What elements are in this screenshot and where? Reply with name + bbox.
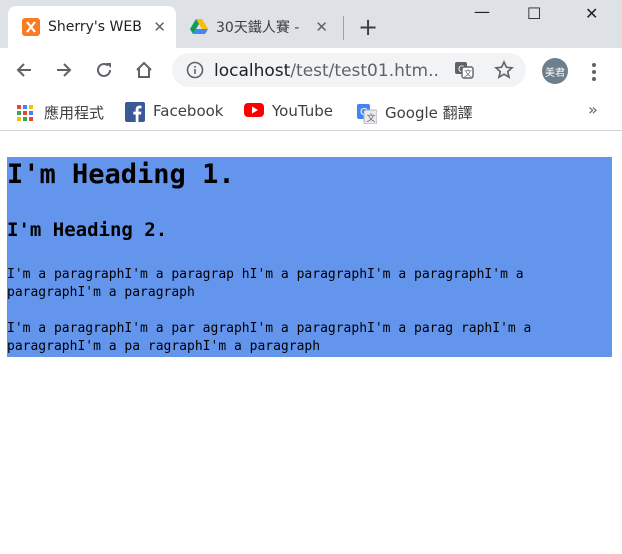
- menu-kebab-icon[interactable]: [588, 62, 600, 82]
- maximize-button[interactable]: ☐: [527, 4, 541, 23]
- tab-title: 30天鐵人賽 -: [216, 20, 300, 36]
- reload-button[interactable]: [90, 56, 118, 84]
- bookmark-facebook[interactable]: Facebook: [125, 102, 224, 122]
- youtube-icon: [244, 102, 264, 120]
- bookmark-star-icon[interactable]: [494, 60, 514, 80]
- tab-strip: Sherry's WEB ✕ 30天鐵人賽 - ✕ + — ☐ ✕: [0, 0, 622, 48]
- tab-separator: [343, 16, 344, 40]
- new-tab-button[interactable]: +: [358, 13, 378, 41]
- svg-text:文: 文: [464, 68, 472, 78]
- tab-sherrys-web[interactable]: Sherry's WEB ✕: [8, 6, 176, 48]
- page-body: I'm Heading 1. I'm Heading 2. I'm a para…: [7, 157, 612, 357]
- forward-button[interactable]: [50, 56, 78, 84]
- close-tab-icon[interactable]: ✕: [153, 19, 166, 35]
- back-button[interactable]: [10, 56, 38, 84]
- arrow-right-icon: [57, 63, 72, 77]
- url-path: /test/test01.htm...: [290, 61, 438, 81]
- google-drive-favicon-icon: [190, 19, 208, 35]
- address-bar[interactable]: localhost/test/test01.htm... G文: [172, 53, 526, 87]
- tab-30-days[interactable]: 30天鐵人賽 - ✕: [178, 6, 338, 48]
- bookmark-label: YouTube: [272, 102, 333, 120]
- info-icon[interactable]: [186, 61, 204, 79]
- home-icon: [136, 61, 152, 78]
- close-tab-icon[interactable]: ✕: [315, 19, 328, 35]
- minimize-button[interactable]: —: [474, 2, 490, 21]
- bookmark-label: Google 翻譯: [385, 104, 473, 122]
- url-host: localhost: [214, 61, 291, 81]
- paragraph: I'm a paragraphI'm a par agraphI'm a par…: [7, 321, 532, 354]
- paragraph: I'm a paragraphI'm a paragrap hI'm a par…: [7, 267, 524, 300]
- url-text: localhost/test/test01.htm...: [214, 61, 438, 81]
- bookmark-label: 應用程式: [44, 104, 105, 122]
- svg-text:文: 文: [367, 112, 376, 124]
- tab-title: Sherry's WEB: [48, 19, 142, 35]
- bookmark-apps[interactable]: 應用程式: [16, 102, 104, 123]
- toolbar: localhost/test/test01.htm... G文 美君: [0, 48, 622, 94]
- bookmarks-overflow-button[interactable]: »: [588, 100, 598, 119]
- heading-2: I'm Heading 2.: [7, 219, 168, 241]
- google-translate-icon: G文: [357, 103, 378, 124]
- window-close-button[interactable]: ✕: [585, 4, 598, 23]
- bookmarks-bar: 應用程式 Facebook YouTube G文 Google 翻譯 »: [0, 94, 622, 131]
- translate-icon[interactable]: G文: [454, 61, 474, 79]
- page-viewport: I'm Heading 1. I'm Heading 2. I'm a para…: [0, 131, 622, 554]
- profile-avatar[interactable]: 美君: [542, 58, 568, 84]
- apps-grid-icon: [16, 104, 34, 122]
- arrow-left-icon: [16, 63, 31, 77]
- bookmark-google-translate[interactable]: G文 Google 翻譯: [357, 102, 473, 124]
- facebook-icon: [125, 102, 145, 122]
- home-button[interactable]: [130, 56, 158, 84]
- xampp-favicon-icon: [22, 18, 40, 36]
- heading-1: I'm Heading 1.: [7, 159, 235, 190]
- bookmark-label: Facebook: [153, 102, 224, 120]
- bookmark-youtube[interactable]: YouTube: [244, 102, 333, 120]
- reload-icon: [97, 62, 111, 77]
